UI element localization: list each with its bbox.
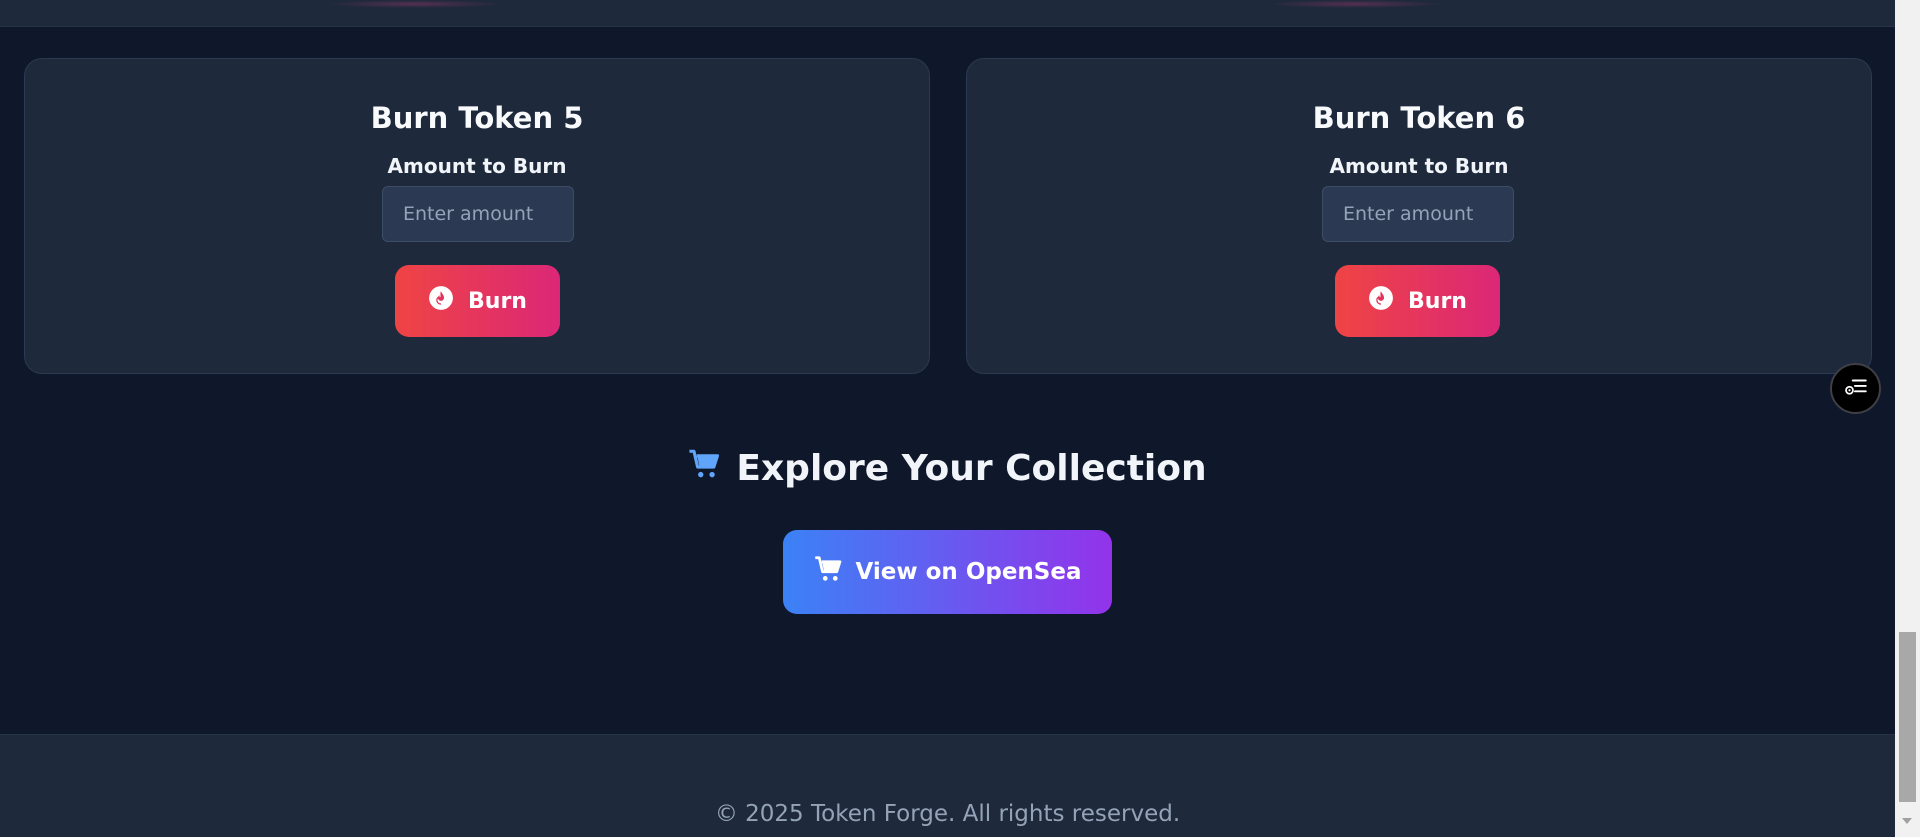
- burn-button-label: Burn: [1408, 288, 1467, 314]
- card-title: Burn Token 6: [1312, 101, 1526, 135]
- page: Burn Token 5 Amount to Burn Burn Burn To…: [0, 0, 1895, 837]
- footer: © 2025 Token Forge. All rights reserved.: [0, 734, 1895, 837]
- amount-input[interactable]: [1322, 186, 1514, 242]
- previous-section-edge: [0, 0, 1895, 27]
- amount-input[interactable]: [382, 186, 574, 242]
- amount-label: Amount to Burn: [387, 154, 567, 178]
- fire-icon: [428, 285, 454, 317]
- decorative-glow: [325, 0, 505, 8]
- explore-heading-text: Explore Your Collection: [736, 448, 1207, 489]
- list-settings-icon: [1843, 374, 1869, 404]
- burn-button[interactable]: Burn: [1335, 265, 1500, 337]
- scrollbar-thumb[interactable]: [1899, 632, 1916, 802]
- decorative-glow: [1265, 0, 1445, 8]
- explore-heading: Explore Your Collection: [0, 447, 1895, 490]
- burn-token-card: Burn Token 6 Amount to Burn Burn: [966, 58, 1872, 374]
- shopping-cart-icon: [814, 554, 844, 590]
- burn-button-label: Burn: [468, 288, 527, 314]
- shopping-cart-icon: [688, 447, 722, 490]
- copyright-text: © 2025 Token Forge. All rights reserved.: [714, 801, 1181, 827]
- view-on-opensea-button[interactable]: View on OpenSea: [783, 530, 1112, 614]
- card-title: Burn Token 5: [370, 101, 584, 135]
- opensea-button-label: View on OpenSea: [855, 559, 1082, 585]
- fire-icon: [1368, 285, 1394, 317]
- floating-menu-button[interactable]: [1830, 363, 1881, 414]
- amount-label: Amount to Burn: [1329, 154, 1509, 178]
- vertical-scrollbar[interactable]: [1895, 0, 1920, 837]
- burn-button[interactable]: Burn: [395, 265, 560, 337]
- scroll-down-arrow-icon[interactable]: [1902, 818, 1912, 824]
- burn-token-card: Burn Token 5 Amount to Burn Burn: [24, 58, 930, 374]
